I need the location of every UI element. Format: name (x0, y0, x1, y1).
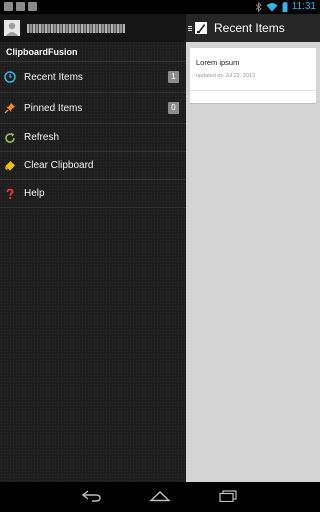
drawer-item-help[interactable]: Help (0, 180, 186, 208)
drawer-item-label: Refresh (24, 132, 60, 143)
bluetooth-icon (255, 2, 262, 12)
drawer-item-recent-items[interactable]: Recent Items 1 (0, 62, 186, 93)
app-logo-icon[interactable] (195, 22, 207, 34)
drawer-item-label: Help (24, 188, 45, 199)
image-notification-icon (4, 2, 13, 11)
refresh-icon (4, 132, 16, 144)
home-icon[interactable] (149, 489, 171, 503)
clip-card[interactable]: Lorem ipsum updated on Jul 22, 2013 (190, 48, 316, 104)
account-name-redacted (27, 23, 125, 33)
count-badge: 1 (168, 71, 179, 83)
action-bar: Recent Items (186, 14, 320, 42)
recents-icon[interactable] (217, 489, 239, 503)
video-notification-icon (16, 2, 25, 11)
account-header[interactable] (0, 14, 186, 42)
drawer-item-refresh[interactable]: Refresh (0, 124, 186, 152)
drawer-item-label: Pinned Items (24, 102, 83, 114)
page-title: Recent Items (214, 21, 285, 35)
card-divider (190, 90, 316, 91)
drawer-item-label: Clear Clipboard (24, 160, 94, 171)
clock-icon (4, 71, 16, 83)
question-icon (4, 188, 16, 200)
wifi-icon (266, 3, 278, 12)
main-content: Recent Items Lorem ipsum updated on Jul … (186, 14, 320, 482)
notification-icons (4, 2, 37, 11)
drawer-item-pinned-items[interactable]: Pinned Items 0 (0, 93, 186, 124)
drawer-item-label: Recent Items (24, 71, 83, 83)
battery-icon (282, 2, 288, 12)
drawer-item-clear-clipboard[interactable]: Clear Clipboard (0, 152, 186, 180)
clip-updated-date: updated on Jul 22, 2013 (196, 73, 256, 79)
clock-time: 11:31 (291, 1, 316, 12)
system-nav-bar (0, 482, 320, 512)
video-notification-icon (28, 2, 37, 11)
avatar (4, 20, 20, 36)
count-badge: 0 (168, 102, 179, 114)
clip-title: Lorem ipsum (196, 58, 240, 67)
status-bar: 11:31 (0, 0, 320, 14)
back-icon[interactable] (81, 489, 103, 503)
pin-icon (4, 102, 16, 114)
app-title: ClipboardFusion (0, 42, 186, 62)
system-icons: 11:31 (255, 1, 316, 13)
eraser-icon (4, 160, 16, 172)
navigation-drawer: ClipboardFusion Recent Items 1 Pinned It… (0, 14, 186, 482)
drawer-toggle-icon[interactable] (188, 25, 192, 31)
